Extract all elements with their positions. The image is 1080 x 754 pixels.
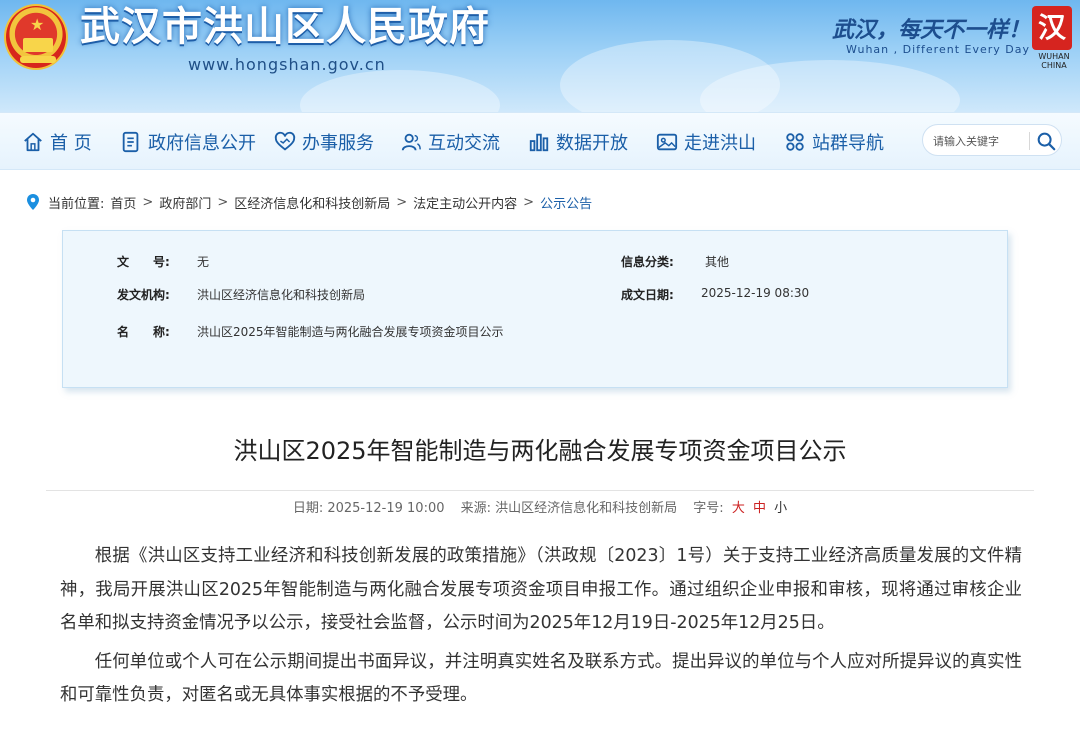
nav-item-about[interactable]: 走进洪山 (656, 113, 756, 171)
grid-icon (786, 133, 804, 151)
breadcrumb-separator: > (396, 194, 408, 210)
breadcrumb-separator: > (523, 194, 535, 210)
wuhan-logo-mark: 汉 (1032, 6, 1072, 50)
search-box (922, 124, 1062, 156)
date-value: 2025-12-19 08:30 (701, 286, 810, 300)
nav-item-label: 政府信息公开 (148, 133, 256, 154)
date-label: 成文日期: (621, 288, 674, 302)
font-size-medium-button[interactable]: 中 (753, 501, 766, 516)
home-icon (24, 132, 42, 152)
doc-number-value: 无 (197, 255, 210, 269)
article-paragraph: 根据《洪山区支持工业经济和科技创新发展的政策措施》（洪政规〔2023〕1号）关于… (60, 546, 1022, 633)
breadcrumb-current[interactable]: 公示公告 (540, 193, 592, 212)
nav-item-label: 互动交流 (428, 133, 500, 154)
breadcrumb-separator: > (217, 194, 229, 210)
font-size-large-button[interactable]: 大 (732, 501, 745, 516)
nav-item-home[interactable]: 首 页 (22, 113, 92, 171)
national-emblem-icon: ★ (4, 4, 68, 70)
document-info-panel: 文 号: 无 信息分类: 其他 发文机构: 洪山区经济信息化和科技创新局 成文日… (62, 230, 1008, 388)
breadcrumb-home[interactable]: 首页 (110, 193, 136, 212)
article-date: 日期: 2025-12-19 10:00 (292, 501, 445, 516)
breadcrumb-bureau[interactable]: 区经济信息化和科技创新局 (234, 193, 390, 212)
article-meta: 日期: 2025-12-19 10:00 来源: 洪山区经济信息化和科技创新局 … (0, 497, 1080, 516)
title-divider (46, 490, 1034, 491)
article-paragraph: 任何单位或个人可在公示期间提出书面异议，并注明真实姓名及联系方式。提出异议的单位… (60, 651, 1022, 706)
search-icon[interactable] (1035, 130, 1057, 152)
nav-item-label: 走进洪山 (684, 133, 756, 154)
search-divider (1029, 132, 1030, 150)
font-size-label: 字号: (693, 501, 724, 516)
search-input[interactable] (933, 131, 1029, 151)
nav-item-label: 站群导航 (812, 133, 884, 154)
nav-item-label: 办事服务 (302, 133, 374, 154)
category-value: 其他 (705, 255, 730, 269)
wuhan-city-logo: 汉 WUHAN CHINA (1032, 6, 1076, 70)
nav-item-interaction[interactable]: 互动交流 (400, 113, 500, 171)
handshake-icon (274, 131, 296, 151)
article-source: 来源: 洪山区经济信息化和科技创新局 (460, 501, 678, 516)
issuer-label: 发文机构: (117, 288, 170, 302)
document-icon (122, 131, 139, 153)
nav-item-open-data[interactable]: 数据开放 (528, 113, 628, 171)
breadcrumb-disclosure[interactable]: 法定主动公开内容 (413, 193, 517, 212)
name-label: 名 称: (117, 325, 170, 339)
nav-item-services[interactable]: 办事服务 (274, 113, 374, 171)
wuhan-logo-caption: WUHAN CHINA (1038, 52, 1070, 70)
name-value: 洪山区2025年智能制造与两化融合发展专项资金项目公示 (197, 325, 504, 339)
city-slogan: 武汉，每天不一样！ (832, 17, 1031, 43)
nav-item-gov-info[interactable]: 政府信息公开 (120, 113, 256, 171)
bar-chart-icon (529, 133, 549, 152)
breadcrumb-separator: > (142, 194, 154, 210)
cloud-decoration (300, 70, 500, 112)
site-title[interactable]: 武汉市洪山区人民政府 (80, 0, 490, 54)
location-pin-icon (27, 194, 39, 210)
article-body: 根据《洪山区支持工业经济和科技创新发展的政策措施》（洪政规〔2023〕1号）关于… (60, 540, 1022, 718)
breadcrumb: 当前位置: 首页 > 政府部门 > 区经济信息化和科技创新局 > 法定主动公开内… (26, 192, 592, 212)
site-header: ★ 武汉市洪山区人民政府 www.hongshan.gov.cn 武汉，每天不一… (0, 0, 1080, 112)
doc-number-label: 文 号: (117, 255, 170, 269)
city-slogan-en: Wuhan , Different Every Day (846, 43, 1030, 56)
main-nav: 首 页 政府信息公开 办事服务 互动交流 数据开放 走进洪山 站群导航 (0, 112, 1080, 170)
photo-icon (656, 133, 678, 151)
people-icon (401, 133, 421, 151)
nav-item-label: 首 页 (50, 133, 92, 154)
font-size-small-button[interactable]: 小 (774, 501, 787, 516)
category-label: 信息分类: (621, 255, 674, 269)
breadcrumb-prefix: 当前位置: (48, 196, 105, 212)
breadcrumb-departments[interactable]: 政府部门 (159, 193, 211, 212)
nav-item-label: 数据开放 (556, 133, 628, 154)
nav-item-site-nav[interactable]: 站群导航 (784, 113, 884, 171)
article-title: 洪山区2025年智能制造与两化融合发展专项资金项目公示 (233, 437, 847, 465)
issuer-value: 洪山区经济信息化和科技创新局 (197, 288, 366, 302)
site-url: www.hongshan.gov.cn (188, 55, 386, 74)
